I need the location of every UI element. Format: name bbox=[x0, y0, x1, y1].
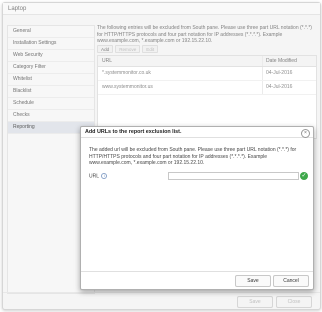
dialog-footer: Save Cancel bbox=[81, 271, 313, 290]
url-field-label: URL i bbox=[89, 173, 108, 180]
check-circle-icon: ✓ bbox=[300, 172, 308, 180]
dialog-cancel-button[interactable]: Cancel bbox=[273, 275, 309, 287]
dialog-save-button[interactable]: Save bbox=[235, 275, 271, 287]
info-icon[interactable]: i bbox=[101, 173, 108, 179]
dialog-description: The added url will be excluded from Sout… bbox=[89, 147, 297, 166]
url-input[interactable] bbox=[168, 172, 299, 180]
url-label-text: URL bbox=[89, 173, 99, 180]
dialog-title: Add URLs to the report exclusion list. bbox=[81, 127, 313, 138]
close-icon[interactable]: × bbox=[301, 129, 310, 138]
add-url-dialog: Add URLs to the report exclusion list. ×… bbox=[80, 126, 314, 290]
